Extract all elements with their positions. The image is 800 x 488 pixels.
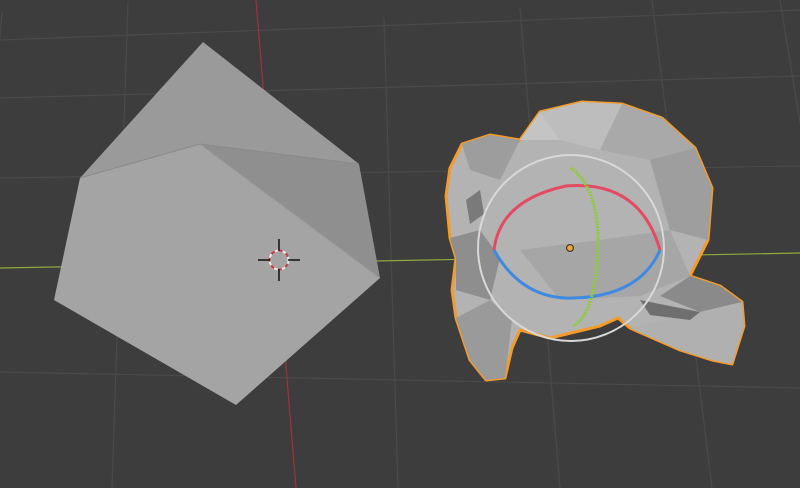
3d-viewport[interactable] xyxy=(0,0,800,488)
pivot-point-icon xyxy=(566,244,574,252)
